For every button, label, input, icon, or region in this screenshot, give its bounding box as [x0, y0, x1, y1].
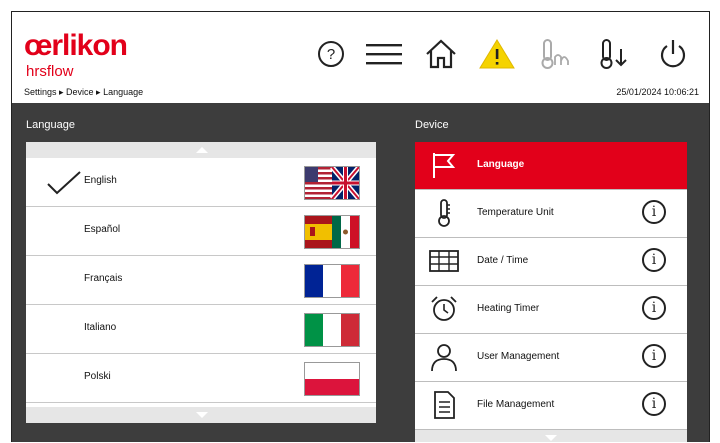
language-list: English Español Français Italiano Polski	[26, 142, 376, 423]
device-item-label: Heating Timer	[477, 303, 540, 314]
file-icon	[434, 391, 455, 419]
info-icon[interactable]: i	[642, 296, 666, 320]
language-item-italiano[interactable]: Italiano	[26, 305, 376, 354]
date-time-display: 25/01/2024 10:06:21	[616, 87, 699, 97]
language-label: Español	[84, 224, 121, 235]
info-icon[interactable]: i	[642, 200, 666, 224]
language-item-polski[interactable]: Polski	[26, 354, 376, 403]
hrsflow-logo: hrsflow	[26, 63, 74, 80]
thermometer-icon	[438, 199, 450, 227]
flag-icon	[433, 153, 456, 178]
chevron-down-icon	[545, 435, 557, 441]
info-icon[interactable]: i	[642, 248, 666, 272]
language-item-francais[interactable]: Français	[26, 256, 376, 305]
language-label: Italiano	[84, 322, 117, 333]
chevron-down-icon	[196, 412, 208, 418]
temperature-icon[interactable]	[537, 36, 573, 72]
app-window: œrlikon hrsflow Settings ▸ Device ▸ Lang…	[11, 11, 710, 442]
checkmark-icon	[47, 171, 81, 195]
help-icon[interactable]: ?	[315, 36, 347, 72]
header-bar: œrlikon hrsflow Settings ▸ Device ▸ Lang…	[12, 12, 709, 103]
device-menu: Language Temperature Unit i Date / Time …	[415, 142, 687, 442]
power-icon[interactable]	[655, 36, 691, 72]
device-panel-title: Device	[415, 119, 449, 131]
breadcrumb: Settings ▸ Device ▸ Language	[24, 87, 144, 97]
info-icon[interactable]: i	[642, 344, 666, 368]
device-item-file-management[interactable]: File Management i	[415, 382, 687, 430]
device-item-user-management[interactable]: User Management i	[415, 334, 687, 382]
info-icon[interactable]: i	[642, 392, 666, 416]
device-item-label: File Management	[477, 399, 555, 410]
language-label: Polski	[84, 371, 111, 382]
scroll-down-button[interactable]	[26, 407, 376, 423]
oerlikon-logo: œrlikon	[24, 29, 128, 62]
flag-poland-icon	[304, 362, 360, 396]
calendar-icon	[429, 250, 459, 272]
chevron-up-icon	[196, 147, 208, 153]
language-label: Français	[84, 273, 123, 284]
svg-text:?: ?	[327, 46, 335, 63]
home-icon[interactable]	[423, 36, 459, 72]
language-item-english[interactable]: English	[26, 158, 376, 207]
device-item-heating-timer[interactable]: Heating Timer i	[415, 286, 687, 334]
flag-france-icon	[304, 264, 360, 298]
device-item-label: Language	[477, 159, 525, 170]
flag-uk-us-icon	[304, 166, 360, 200]
scroll-up-button[interactable]	[26, 142, 376, 158]
flag-spain-mexico-icon	[304, 215, 360, 249]
language-label: English	[84, 175, 117, 186]
device-item-label: Date / Time	[477, 255, 529, 266]
device-item-temperature-unit[interactable]: Temperature Unit i	[415, 190, 687, 238]
flag-italy-icon	[304, 313, 360, 347]
menu-icon[interactable]	[364, 36, 404, 72]
warning-icon[interactable]	[477, 36, 517, 72]
device-item-language[interactable]: Language	[415, 142, 687, 190]
device-item-label: Temperature Unit	[477, 207, 554, 218]
device-item-date-time[interactable]: Date / Time i	[415, 238, 687, 286]
device-scroll-down-button[interactable]	[415, 430, 687, 442]
device-item-label: User Management	[477, 351, 560, 362]
language-item-espanol[interactable]: Español	[26, 207, 376, 256]
user-icon	[431, 344, 457, 372]
alarm-clock-icon	[431, 296, 457, 321]
temperature-down-icon[interactable]	[596, 36, 632, 72]
language-panel-title: Language	[26, 119, 75, 131]
main-area: Language Device English Español Français…	[12, 103, 709, 442]
